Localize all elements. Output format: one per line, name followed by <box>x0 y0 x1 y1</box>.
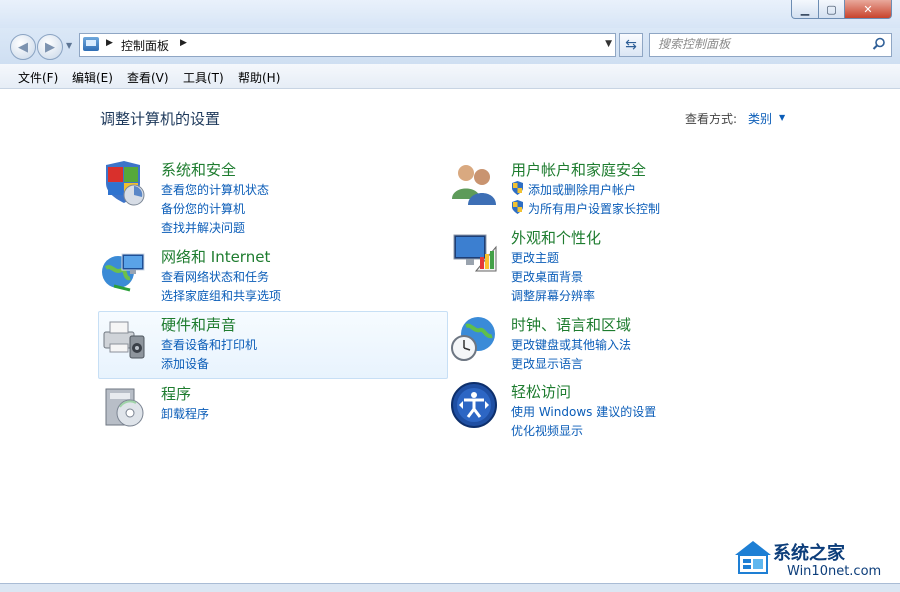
category-title[interactable]: 外观和个性化 <box>511 227 601 248</box>
category-appearance[interactable]: 外观和个性化 更改主题 更改桌面背景 调整屏幕分辨率 <box>450 227 750 303</box>
user-accounts-icon <box>452 165 496 205</box>
link-troubleshoot[interactable]: 查找并解决问题 <box>161 219 245 236</box>
window-buttons: ▁ ▢ ✕ <box>791 0 892 20</box>
search-input[interactable] <box>650 34 868 54</box>
control-panel-icon <box>83 37 99 51</box>
menu-tools[interactable]: 工具(T) <box>183 69 224 86</box>
maximize-button[interactable]: ▢ <box>819 0 845 19</box>
category-title[interactable]: 系统和安全 <box>161 159 236 180</box>
breadcrumb-arrow-icon[interactable]: ▶ <box>180 38 187 48</box>
back-button[interactable]: ◀ <box>10 34 36 60</box>
category-title[interactable]: 时钟、语言和区域 <box>511 314 631 335</box>
system-security-icon <box>106 161 145 206</box>
refresh-button[interactable]: ⇆ <box>619 33 643 57</box>
link-devices-printers[interactable]: 查看设备和打印机 <box>161 336 257 353</box>
link-view-computer-status[interactable]: 查看您的计算机状态 <box>161 181 269 198</box>
link-network-status[interactable]: 查看网络状态和任务 <box>161 268 269 285</box>
link-recommended-settings[interactable]: 使用 Windows 建议的设置 <box>511 403 656 420</box>
ease-of-access-icon <box>451 382 497 428</box>
menu-view[interactable]: 查看(V) <box>127 69 169 86</box>
network-internet-icon <box>102 253 145 292</box>
category-ease-of-access[interactable]: 轻松访问 使用 Windows 建议的设置 优化视频显示 <box>450 381 750 438</box>
link-parental-controls[interactable]: 为所有用户设置家长控制 <box>528 200 660 217</box>
category-hardware-sound[interactable]: 硬件和声音 查看设备和打印机 添加设备 <box>100 314 400 371</box>
menu-help[interactable]: 帮助(H) <box>238 69 280 86</box>
watermark-title: 系统之家 <box>773 543 845 564</box>
category-programs[interactable]: 程序 卸载程序 <box>100 383 400 433</box>
watermark: 系统之家 Win10net.com <box>731 535 897 587</box>
programs-icon <box>105 388 144 427</box>
title-bar: ▁ ▢ ✕ <box>0 0 900 28</box>
recent-pages-dropdown[interactable]: ▼ <box>66 41 72 50</box>
link-uninstall-program[interactable]: 卸载程序 <box>161 405 209 422</box>
category-title[interactable]: 用户帐户和家庭安全 <box>511 159 646 180</box>
link-change-background[interactable]: 更改桌面背景 <box>511 268 583 285</box>
breadcrumb-arrow-icon[interactable]: ▶ <box>106 38 113 48</box>
link-backup-computer[interactable]: 备份您的计算机 <box>161 200 245 217</box>
link-change-display-language[interactable]: 更改显示语言 <box>511 355 583 372</box>
category-title[interactable]: 网络和 Internet <box>161 246 270 267</box>
view-by-dropdown[interactable]: 类别 <box>748 110 772 127</box>
category-user-accounts[interactable]: 用户帐户和家庭安全 添加或删除用户帐户 为所有用户设置家长控制 <box>450 159 750 216</box>
back-arrow-icon: ◀ <box>18 39 28 55</box>
close-button[interactable]: ✕ <box>845 0 892 19</box>
refresh-icon: ⇆ <box>625 37 637 53</box>
link-add-device[interactable]: 添加设备 <box>161 355 209 372</box>
category-system-security[interactable]: 系统和安全 查看您的计算机状态 备份您的计算机 查找并解决问题 <box>100 159 400 235</box>
menu-edit[interactable]: 编辑(E) <box>72 69 113 86</box>
breadcrumb-control-panel[interactable]: 控制面板 <box>121 37 169 54</box>
main-content: 调整计算机的设置 查看方式: 类别 ▼ 系统和安全 查看您的计算机状态 备份您的… <box>8 89 890 583</box>
minimize-icon: ▁ <box>800 2 810 16</box>
menu-bar: 文件(F) 编辑(E) 查看(V) 工具(T) 帮助(H) <box>0 64 900 89</box>
link-add-remove-accounts[interactable]: 添加或删除用户帐户 <box>528 181 636 198</box>
house-logo-icon <box>735 541 771 574</box>
link-change-theme[interactable]: 更改主题 <box>511 249 559 266</box>
watermark-url: Win10net.com <box>783 564 886 579</box>
link-change-keyboard[interactable]: 更改键盘或其他输入法 <box>511 336 631 353</box>
forward-arrow-icon: ▶ <box>45 39 55 55</box>
category-network-internet[interactable]: 网络和 Internet 查看网络状态和任务 选择家庭组和共享选项 <box>100 246 400 303</box>
category-title[interactable]: 轻松访问 <box>511 381 571 402</box>
view-by-label: 查看方式: <box>685 112 738 126</box>
uac-shield-icon <box>512 181 523 195</box>
uac-shield-icon <box>512 200 523 214</box>
maximize-icon: ▢ <box>826 2 837 16</box>
link-screen-resolution[interactable]: 调整屏幕分辨率 <box>511 287 595 304</box>
clock-region-icon <box>451 317 495 361</box>
page-title: 调整计算机的设置 <box>100 110 221 128</box>
navigation-bar: ◀ ▶ ▼ ▶ 控制面板 ▶ ▼ ⇆ <box>0 28 900 64</box>
category-clock-region[interactable]: 时钟、语言和区域 更改键盘或其他输入法 更改显示语言 <box>450 314 750 371</box>
search-box <box>649 33 892 57</box>
appearance-icon <box>453 234 497 272</box>
address-bar[interactable]: ▶ 控制面板 ▶ ▼ <box>79 33 616 57</box>
chevron-down-icon[interactable]: ▼ <box>779 113 785 122</box>
hardware-sound-icon <box>103 321 145 359</box>
control-panel-window: ▁ ▢ ✕ ◀ ▶ ▼ ▶ 控制面板 ▶ ▼ ⇆ 文件(F) 编辑(E) 查看(… <box>0 0 900 592</box>
link-homegroup-sharing[interactable]: 选择家庭组和共享选项 <box>161 287 281 304</box>
minimize-button[interactable]: ▁ <box>791 0 819 19</box>
address-dropdown-icon[interactable]: ▼ <box>605 39 612 49</box>
link-optimize-display[interactable]: 优化视频显示 <box>511 422 583 439</box>
category-title[interactable]: 程序 <box>161 383 191 404</box>
search-icon[interactable] <box>872 37 886 51</box>
close-icon: ✕ <box>863 2 873 16</box>
menu-file[interactable]: 文件(F) <box>18 69 58 86</box>
category-title[interactable]: 硬件和声音 <box>161 314 236 335</box>
forward-button[interactable]: ▶ <box>37 34 63 60</box>
